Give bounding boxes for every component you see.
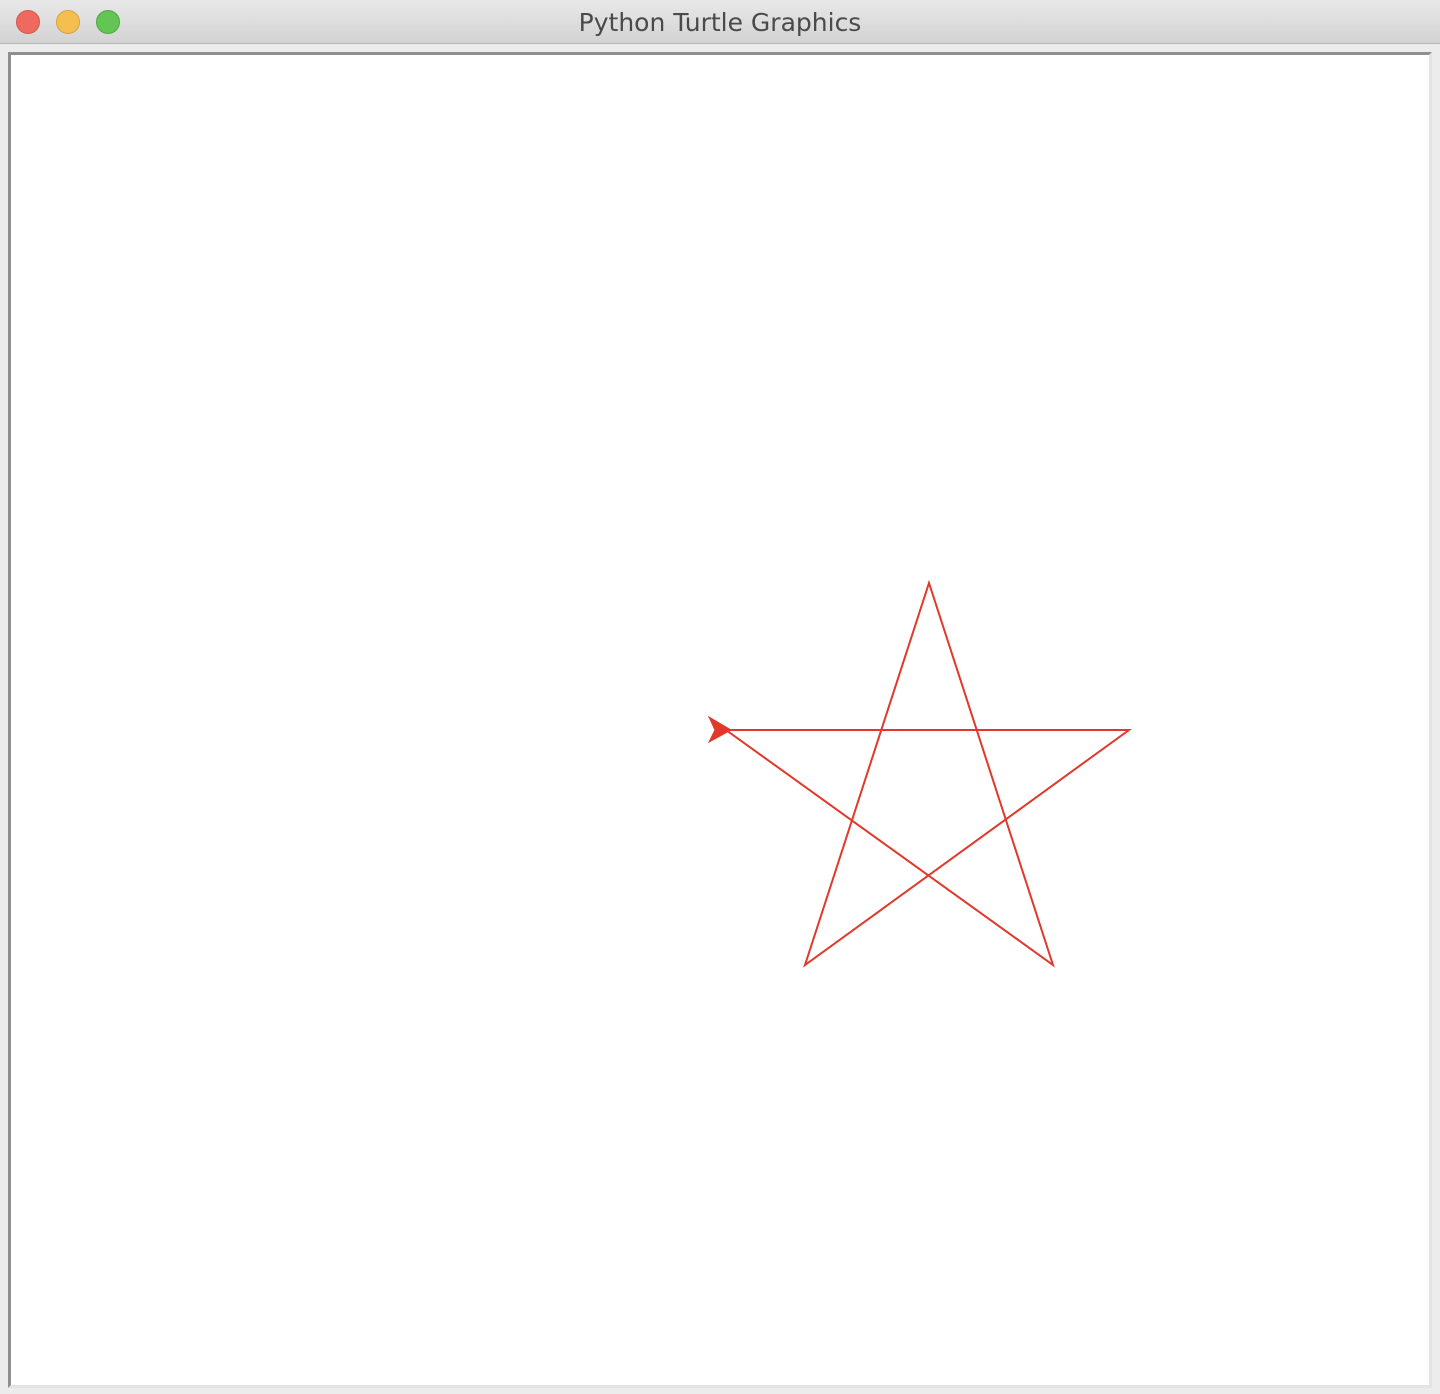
- star-path: [725, 579, 1133, 968]
- drawing-surface: [707, 579, 1133, 968]
- window-title: Python Turtle Graphics: [578, 8, 862, 37]
- title-bar[interactable]: Python Turtle Graphics: [0, 0, 1440, 44]
- turtle-cursor-icon: [707, 715, 733, 744]
- turtle-canvas[interactable]: [8, 52, 1432, 1388]
- turtle-window: Python Turtle Graphics: [0, 0, 1440, 1394]
